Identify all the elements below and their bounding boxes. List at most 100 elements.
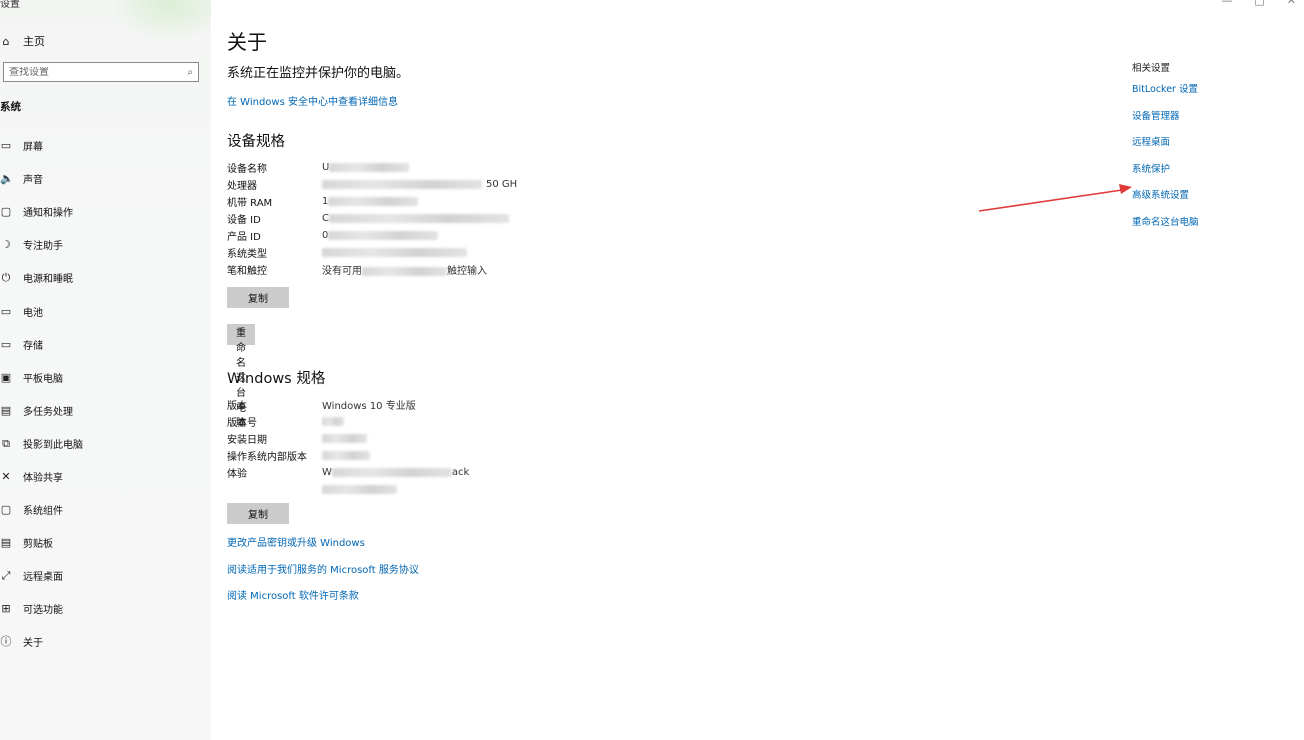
redacted-value — [328, 230, 439, 240]
security-center-link[interactable]: 在 Windows 安全中心中查看详细信息 — [227, 93, 398, 108]
spec-row: 版本 Windows 10 专业版 — [227, 396, 469, 413]
spec-value-tail: ack — [451, 467, 470, 478]
system-protection-link[interactable]: 系统保护 — [1132, 161, 1199, 188]
sidebar-item-display[interactable]: ▭ 屏幕 — [0, 129, 83, 162]
sidebar-item-components[interactable]: ▢ 系统组件 — [0, 493, 83, 526]
sidebar-item-label: 电源和睡眠 — [23, 274, 73, 286]
tablet-icon: ▣ — [0, 370, 12, 384]
notification-icon: ▢ — [0, 205, 12, 219]
sidebar-item-storage[interactable]: ▭ 存储 — [0, 328, 83, 361]
spec-row: 安装日期 — [227, 430, 469, 447]
spec-value-text: C — [322, 213, 329, 224]
spec-value-text: 没有可用 — [322, 266, 362, 277]
redacted-value — [322, 416, 344, 426]
spec-key: 版本号 — [227, 418, 257, 429]
maximize-button[interactable]: □ — [1254, 0, 1264, 7]
spec-key: 体验 — [227, 469, 247, 480]
spec-value — [322, 247, 467, 258]
redacted-value — [322, 433, 367, 443]
share-icon: ✕ — [1, 469, 11, 483]
sidebar-home-label: 主页 — [23, 35, 45, 48]
sidebar-item-battery[interactable]: ▭ 电池 — [0, 294, 83, 327]
spec-value: 没有可用 触控输入 — [322, 262, 487, 277]
spec-key: 系统类型 — [227, 249, 267, 260]
spec-value — [322, 433, 367, 444]
rename-pc-link[interactable]: 重命名这台电脑 — [1132, 214, 1199, 241]
advanced-system-settings-link[interactable]: 高级系统设置 — [1132, 187, 1199, 214]
related-settings-title: 相关设置 — [1132, 63, 1171, 74]
redacted-value — [322, 179, 482, 189]
arrow-shaft — [978, 189, 1123, 212]
sidebar-item-project[interactable]: ⧉ 投影到此电脑 — [0, 427, 83, 460]
spec-key: 安装日期 — [227, 435, 267, 446]
spec-value — [322, 416, 344, 427]
search-input[interactable] — [9, 66, 169, 78]
sidebar-item-label: 屏幕 — [23, 142, 43, 154]
spec-key: 产品 ID — [227, 232, 261, 243]
sidebar-item-share[interactable]: ✕ 体验共享 — [0, 460, 83, 493]
project-icon: ⧉ — [2, 436, 10, 450]
spec-key: 笔和触控 — [227, 266, 267, 277]
minimize-button[interactable]: — — [1221, 0, 1232, 7]
spec-key: 操作系统内部版本 — [227, 452, 307, 463]
spec-value: 0 — [322, 230, 439, 241]
spec-row: 处理器 50 GH — [227, 176, 517, 193]
spec-value — [322, 484, 397, 495]
sidebar-item-features[interactable]: ⊞ 可选功能 — [0, 592, 83, 625]
spec-row: 体验 Wack — [227, 464, 469, 481]
multitask-icon: ▤ — [0, 403, 12, 417]
device-specs-heading: 设备规格 — [227, 134, 285, 150]
spec-key: 设备名称 — [227, 164, 267, 175]
sidebar-item-info[interactable]: ⓘ 关于 — [0, 625, 83, 658]
display-icon: ▭ — [0, 139, 12, 153]
sidebar-item-multitask[interactable]: ▤ 多任务处理 — [0, 394, 83, 427]
sidebar-home[interactable]: ⌂ 主页 — [0, 33, 46, 49]
spec-value-text: Windows 10 专业版 — [322, 401, 416, 412]
spec-row: 笔和触控 没有可用 触控输入 — [227, 261, 517, 278]
clipboard-icon: ▤ — [0, 536, 12, 550]
sidebar-item-label: 存储 — [23, 340, 43, 352]
window-controls: — □ ✕ — [1221, 0, 1296, 7]
sidebar-item-power[interactable]: ⏻ 电源和睡眠 — [0, 261, 83, 294]
main-link-2[interactable]: 阅读 Microsoft 软件许可条款 — [227, 590, 419, 617]
storage-icon: ▭ — [0, 337, 12, 351]
copy-device-specs-button[interactable]: 复制 — [227, 287, 289, 308]
copy-windows-specs-button[interactable]: 复制 — [227, 503, 289, 524]
sidebar-nav: ▭ 屏幕 🔈 声音 ▢ 通知和操作 ☽ 专注助手 ⏻ 电源和睡眠 ▭ 电池 ▭ 存储 ▣ 平板电脑 ▤ 多任务处理… — [0, 129, 83, 659]
sidebar-item-label: 电池 — [23, 307, 43, 319]
spec-row: 机带 RAM 1 — [227, 193, 517, 210]
sidebar-item-notification[interactable]: ▢ 通知和操作 — [0, 195, 83, 228]
main-link-0[interactable]: 更改产品密钥或升级 Windows — [227, 537, 419, 564]
spec-row: 设备名称 U — [227, 159, 517, 176]
sidebar-item-label: 系统组件 — [23, 506, 63, 518]
sidebar-item-moon[interactable]: ☽ 专注助手 — [0, 228, 83, 261]
spec-key: 机带 RAM — [227, 198, 273, 209]
protection-status: 系统正在监控并保护你的电脑。 — [227, 66, 410, 81]
spec-row: 产品 ID 0 — [227, 227, 517, 244]
spec-value: U — [322, 162, 410, 173]
sidebar-item-remote[interactable]: ⤢ 远程桌面 — [0, 559, 83, 592]
sidebar-item-clipboard[interactable]: ▤ 剪贴板 — [0, 526, 83, 559]
bitlocker-settings-link[interactable]: BitLocker 设置 — [1132, 81, 1199, 108]
features-icon: ⊞ — [1, 602, 11, 616]
close-button[interactable]: ✕ — [1287, 0, 1296, 7]
sidebar-item-label: 体验共享 — [23, 472, 63, 484]
redacted-value — [329, 162, 410, 172]
remote-desktop-link[interactable]: 远程桌面 — [1132, 134, 1199, 161]
main-link-1[interactable]: 阅读适用于我们服务的 Microsoft 服务协议 — [227, 564, 419, 591]
spec-value-text: W — [322, 467, 332, 478]
spec-value: 1 — [322, 196, 419, 207]
sidebar-item-label: 关于 — [23, 638, 43, 650]
redacted-value — [331, 467, 452, 477]
sidebar-item-speaker[interactable]: 🔈 声音 — [0, 162, 83, 195]
sidebar-item-label: 通知和操作 — [23, 208, 73, 220]
search-icon[interactable]: ⌕ — [187, 67, 193, 78]
device-manager-link[interactable]: 设备管理器 — [1132, 108, 1199, 135]
windows-specs-table: 版本 Windows 10 专业版版本号安装日期操作系统内部版本 体验 Wack — [227, 396, 469, 498]
arrow-head — [1119, 184, 1132, 194]
spec-row: 版本号 — [227, 413, 469, 430]
spec-value: Wack — [322, 467, 469, 478]
sidebar-item-tablet[interactable]: ▣ 平板电脑 — [0, 361, 83, 394]
search-box[interactable]: ⌕ — [3, 62, 199, 82]
rename-pc-button[interactable]: 重命名这台电脑 — [227, 324, 255, 429]
